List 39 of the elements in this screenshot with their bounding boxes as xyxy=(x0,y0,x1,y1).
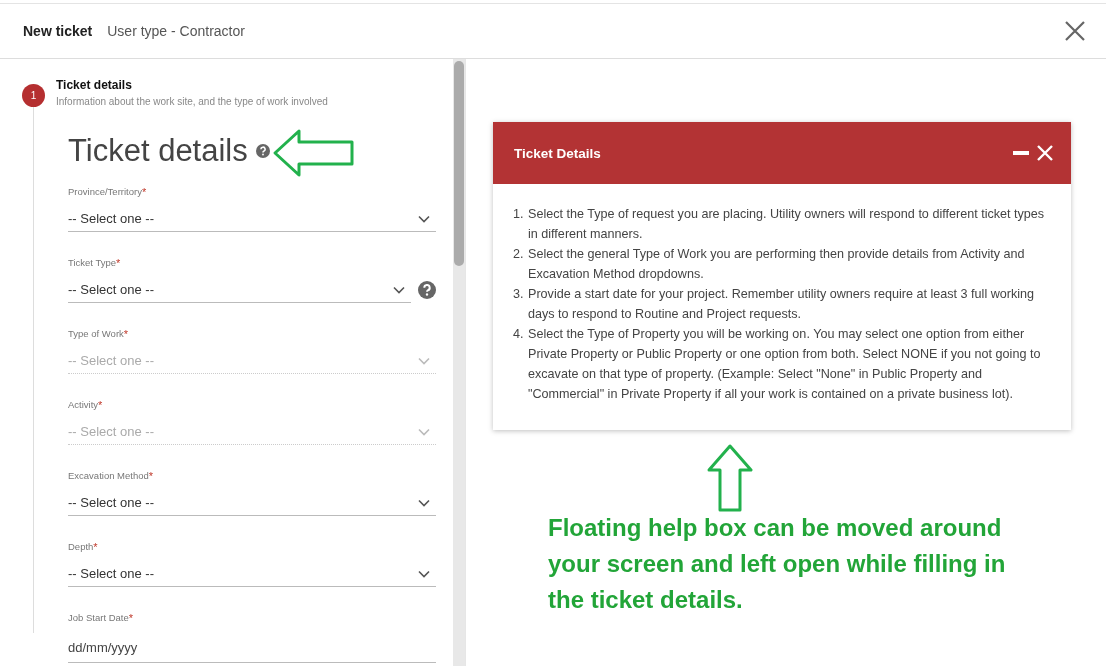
list-number: 2. xyxy=(513,246,525,263)
field-label: Depth* xyxy=(68,541,99,553)
help-instruction: Provide a start date for your project. Remember utility owners require at least 3 full working days to respond to Routine and Project requests. xyxy=(528,286,1036,323)
field-label: Type of Work* xyxy=(68,328,130,340)
chevron-down-icon xyxy=(418,427,430,436)
field-label: Province/Territory* xyxy=(68,186,148,198)
step-title: Ticket details xyxy=(56,78,133,92)
field-label: Job Start Date* xyxy=(68,612,134,624)
dialog-title: New ticket xyxy=(23,23,93,39)
date-input-field[interactable]: dd/mm/yyyy xyxy=(68,632,436,663)
dropdown[interactable]: -- Select one -- xyxy=(68,490,436,516)
chevron-down-icon xyxy=(393,285,405,294)
field-label: Activity* xyxy=(68,399,104,411)
help-icon[interactable] xyxy=(255,144,270,158)
list-number: 4. xyxy=(513,326,525,343)
field-label: Excavation Method* xyxy=(68,470,155,482)
list-number: 3. xyxy=(513,286,525,303)
chevron-down-icon xyxy=(418,214,430,223)
dropdown[interactable]: -- Select one -- xyxy=(68,277,411,303)
help-instruction: Select the general Type of Work you are performing then provide details from Activity and Excavation Method dropdowns. xyxy=(528,246,1026,283)
help-icon[interactable] xyxy=(418,281,436,299)
help-instruction: Select the Type of Property you will be working on. You may select one option from either Private Property or Public Property or one option from both. Select NONE if you not going to excavate on that type of property. (Example: Select "None" in Public Property and "Commercial" in Private Property if all your work is contained on a private business lot). xyxy=(528,326,1042,403)
chevron-down-icon xyxy=(418,356,430,365)
dropdown[interactable]: -- Select one -- xyxy=(68,206,436,232)
annotation-text: Floating help box can be moved around your screen and left open while filling in the ticket details. xyxy=(548,513,1007,615)
step-description: Information about the work site, and the type of work involved xyxy=(56,96,328,107)
chevron-down-icon xyxy=(418,569,430,578)
help-panel-title: Ticket Details xyxy=(514,145,601,161)
scrollbar[interactable] xyxy=(453,59,465,666)
field-label: Ticket Type* xyxy=(68,257,122,269)
help-instruction: Select the Type of request you are placing. Utility owners will respond to different ticket types in different manners. xyxy=(528,206,1046,243)
up-arrow-drawing xyxy=(706,443,754,513)
user-type-label: User type - Contractor xyxy=(107,23,245,39)
chevron-down-icon xyxy=(418,498,430,507)
close-icon[interactable] xyxy=(1064,20,1086,42)
list-number: 1. xyxy=(513,206,525,223)
form-heading: Ticket details xyxy=(68,133,248,169)
step-number-badge: 1 xyxy=(22,84,45,107)
dropdown[interactable]: -- Select one -- xyxy=(68,561,436,587)
